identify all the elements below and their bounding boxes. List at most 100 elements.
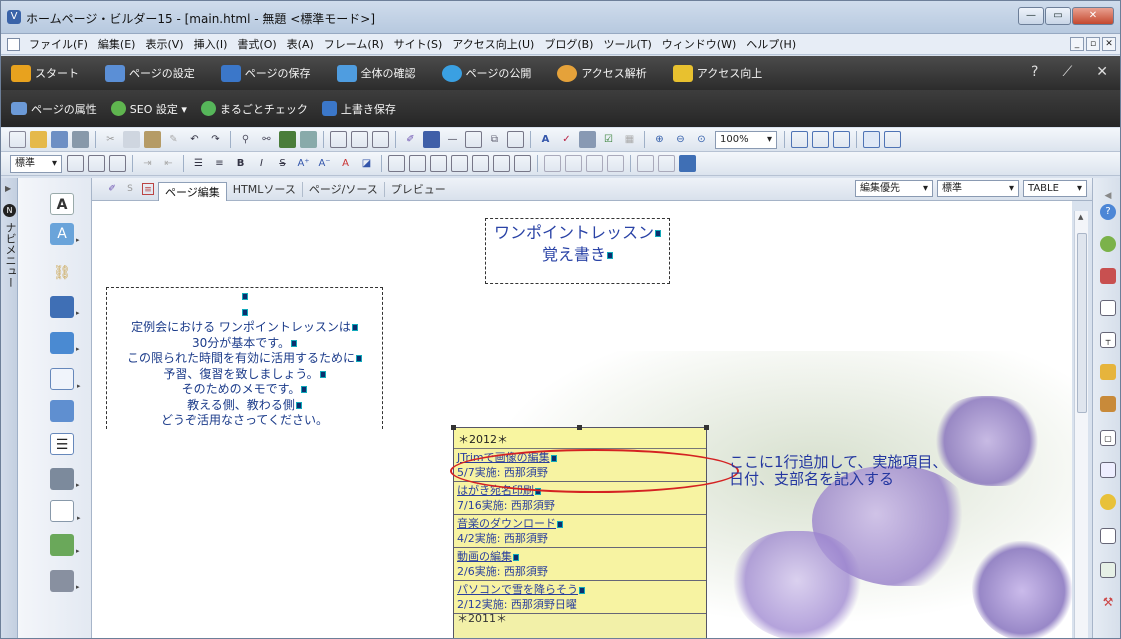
outdent-icon[interactable]: ⇤ [160, 155, 177, 172]
list-item[interactable]: 音楽のダウンロード 4/2実施: 西那須野 [454, 515, 706, 548]
snippet-icon[interactable] [1100, 396, 1116, 412]
lesson-title-link[interactable]: パソコンで雪を降らそう [457, 583, 578, 596]
align-right-icon[interactable] [109, 155, 126, 172]
heading-box[interactable]: ワンポイントレッスン 覚え書き [485, 218, 670, 284]
list-box-icon[interactable] [507, 131, 524, 148]
zoom-in-icon[interactable]: ⊙ [693, 131, 710, 148]
check-doc-icon[interactable]: ☑ [600, 131, 617, 148]
menu-tools[interactable]: ツール(T) [598, 36, 656, 52]
print-icon[interactable] [72, 131, 89, 148]
scroll-up-icon[interactable]: ▲ [1078, 213, 1083, 221]
menu-access[interactable]: アクセス向上(U) [447, 36, 539, 52]
strike-icon[interactable]: S [274, 155, 291, 172]
preview-mode-icon[interactable] [863, 131, 880, 148]
standard-select[interactable]: 標準 ▾ [937, 180, 1019, 197]
menu-format[interactable]: 書式(O) [232, 36, 281, 52]
zoom-fit-icon[interactable]: ⊕ [651, 131, 668, 148]
mdi-restore-button[interactable]: ▫ [1086, 37, 1100, 51]
mobile-tool-icon[interactable]: ▸ [50, 468, 80, 490]
tab-page-source[interactable]: ページ/ソース [303, 181, 385, 197]
view-mode-2-icon[interactable] [812, 131, 829, 148]
save-icon[interactable] [51, 131, 68, 148]
menu-blog[interactable]: ブログ(B) [539, 36, 598, 52]
overwrite-save-button[interactable]: 上書き保存 [321, 101, 396, 117]
page-tool-icon[interactable]: ▸ [50, 500, 81, 522]
paste-icon[interactable] [144, 131, 161, 148]
table-props-icon[interactable] [514, 155, 531, 172]
check-all-button[interactable]: 全体の確認 [336, 64, 416, 82]
page-props-panel-icon[interactable] [1100, 300, 1116, 316]
menu-insert[interactable]: 挿入(I) [189, 36, 233, 52]
delete-row-icon[interactable] [544, 155, 561, 172]
page-settings-button[interactable]: ページの設定 [105, 64, 195, 82]
export-icon[interactable] [1100, 562, 1116, 578]
layer-icon[interactable]: ⧉ [486, 131, 503, 148]
tag-icon[interactable] [579, 131, 596, 148]
script-icon[interactable]: ▦ [621, 131, 638, 148]
menu-site[interactable]: サイト(S) [389, 36, 448, 52]
collapse-panel-icon[interactable]: ◀ [1100, 188, 1116, 204]
publish-button[interactable]: ページの公開 [441, 64, 531, 82]
replace-icon[interactable]: ⚯ [258, 131, 275, 148]
list-item[interactable]: パソコンで雪を降らそう 2/12実施: 西那須野日曜 [454, 581, 706, 614]
undo-icon[interactable]: ↶ [186, 131, 203, 148]
split-mode-icon[interactable] [884, 131, 901, 148]
table-tool-icon[interactable] [50, 400, 74, 422]
paragraph-style-select[interactable]: 標準 ▾ [10, 154, 62, 173]
lesson-title-link[interactable]: 音楽のダウンロード [457, 517, 556, 530]
bold-icon[interactable]: B [232, 155, 249, 172]
mdi-minimize-button[interactable]: _ [1070, 37, 1084, 51]
table-insert-icon[interactable] [388, 155, 405, 172]
expand-arrow-icon[interactable]: ▶ [5, 184, 11, 193]
page-edit-canvas[interactable]: ワンポイントレッスン 覚え書き 定例会における ワンポイントレッスンは 30分が… [92, 201, 1072, 638]
cell-props-icon[interactable] [493, 155, 510, 172]
gift-icon[interactable] [1100, 268, 1116, 284]
seo-settings-button[interactable]: SEO 設定 ▾ [110, 101, 187, 117]
font-icon[interactable]: A [537, 131, 554, 148]
edit-priority-select[interactable]: 編集優先 ▾ [855, 180, 933, 197]
menu-edit[interactable]: 編集(E) [93, 36, 141, 52]
title-bar[interactable]: V ホームページ・ビルダー15 - [main.html - 無題 <標準モード… [1, 1, 1120, 34]
tab-preview[interactable]: プレビュー [385, 182, 452, 197]
close-button[interactable]: ✕ [1072, 7, 1114, 25]
help-circle-icon[interactable]: ? [1100, 204, 1116, 220]
view-mode-3-icon[interactable] [833, 131, 850, 148]
image-icon[interactable] [423, 131, 440, 148]
navigation-strip[interactable]: ▶ N ナビメニュー [1, 178, 18, 638]
view-mode-1-icon[interactable] [791, 131, 808, 148]
access-up-button[interactable]: アクセス向上 [672, 64, 762, 82]
font-size-down-icon[interactable]: A⁻ [316, 155, 333, 172]
cell-valign-icon[interactable] [607, 155, 624, 172]
resize-handle[interactable] [451, 425, 456, 430]
indent-icon[interactable]: ⇥ [139, 155, 156, 172]
italic-icon[interactable]: I [253, 155, 270, 172]
maximize-button[interactable]: ▭ [1045, 7, 1071, 25]
menu-view[interactable]: 表示(V) [140, 36, 188, 52]
scroll-thumb[interactable] [1077, 233, 1087, 413]
tab-page-edit[interactable]: ページ編集 [158, 181, 227, 201]
spell-icon[interactable]: ✓ [558, 131, 575, 148]
check-all-button-2[interactable]: まるごとチェック [200, 101, 308, 117]
merge-cells-icon[interactable] [451, 155, 468, 172]
list-item[interactable]: 動画の編集 2/6実施: 西那須野 [454, 548, 706, 581]
minimize-button[interactable]: — [1018, 7, 1044, 25]
font-size-up-icon[interactable]: A⁺ [295, 155, 312, 172]
site-icon[interactable] [1100, 236, 1116, 252]
align-center-icon[interactable] [88, 155, 105, 172]
counter-tool-icon[interactable]: ▸ [50, 570, 80, 592]
line-icon[interactable]: — [444, 131, 461, 148]
element-select[interactable]: TABLE ▾ [1023, 180, 1087, 197]
tools-icon[interactable]: ⚒ [1100, 594, 1116, 610]
row-insert-icon[interactable] [409, 155, 426, 172]
delete-col-icon[interactable] [565, 155, 582, 172]
lesson-title-link[interactable]: 動画の編集 [457, 550, 512, 563]
list-panel-icon[interactable] [1100, 528, 1116, 544]
s-mini-icon[interactable]: S [124, 183, 136, 195]
link-tool-icon[interactable]: ⛓ [50, 262, 74, 284]
page-save-button[interactable]: ページの保存 [220, 64, 311, 82]
resize-handle[interactable] [704, 425, 709, 430]
numbered-list-icon[interactable]: ≡ [211, 155, 228, 172]
box-icon[interactable] [465, 131, 482, 148]
menu-window[interactable]: ウィンドウ(W) [657, 36, 741, 52]
image-props-icon[interactable] [679, 155, 696, 172]
